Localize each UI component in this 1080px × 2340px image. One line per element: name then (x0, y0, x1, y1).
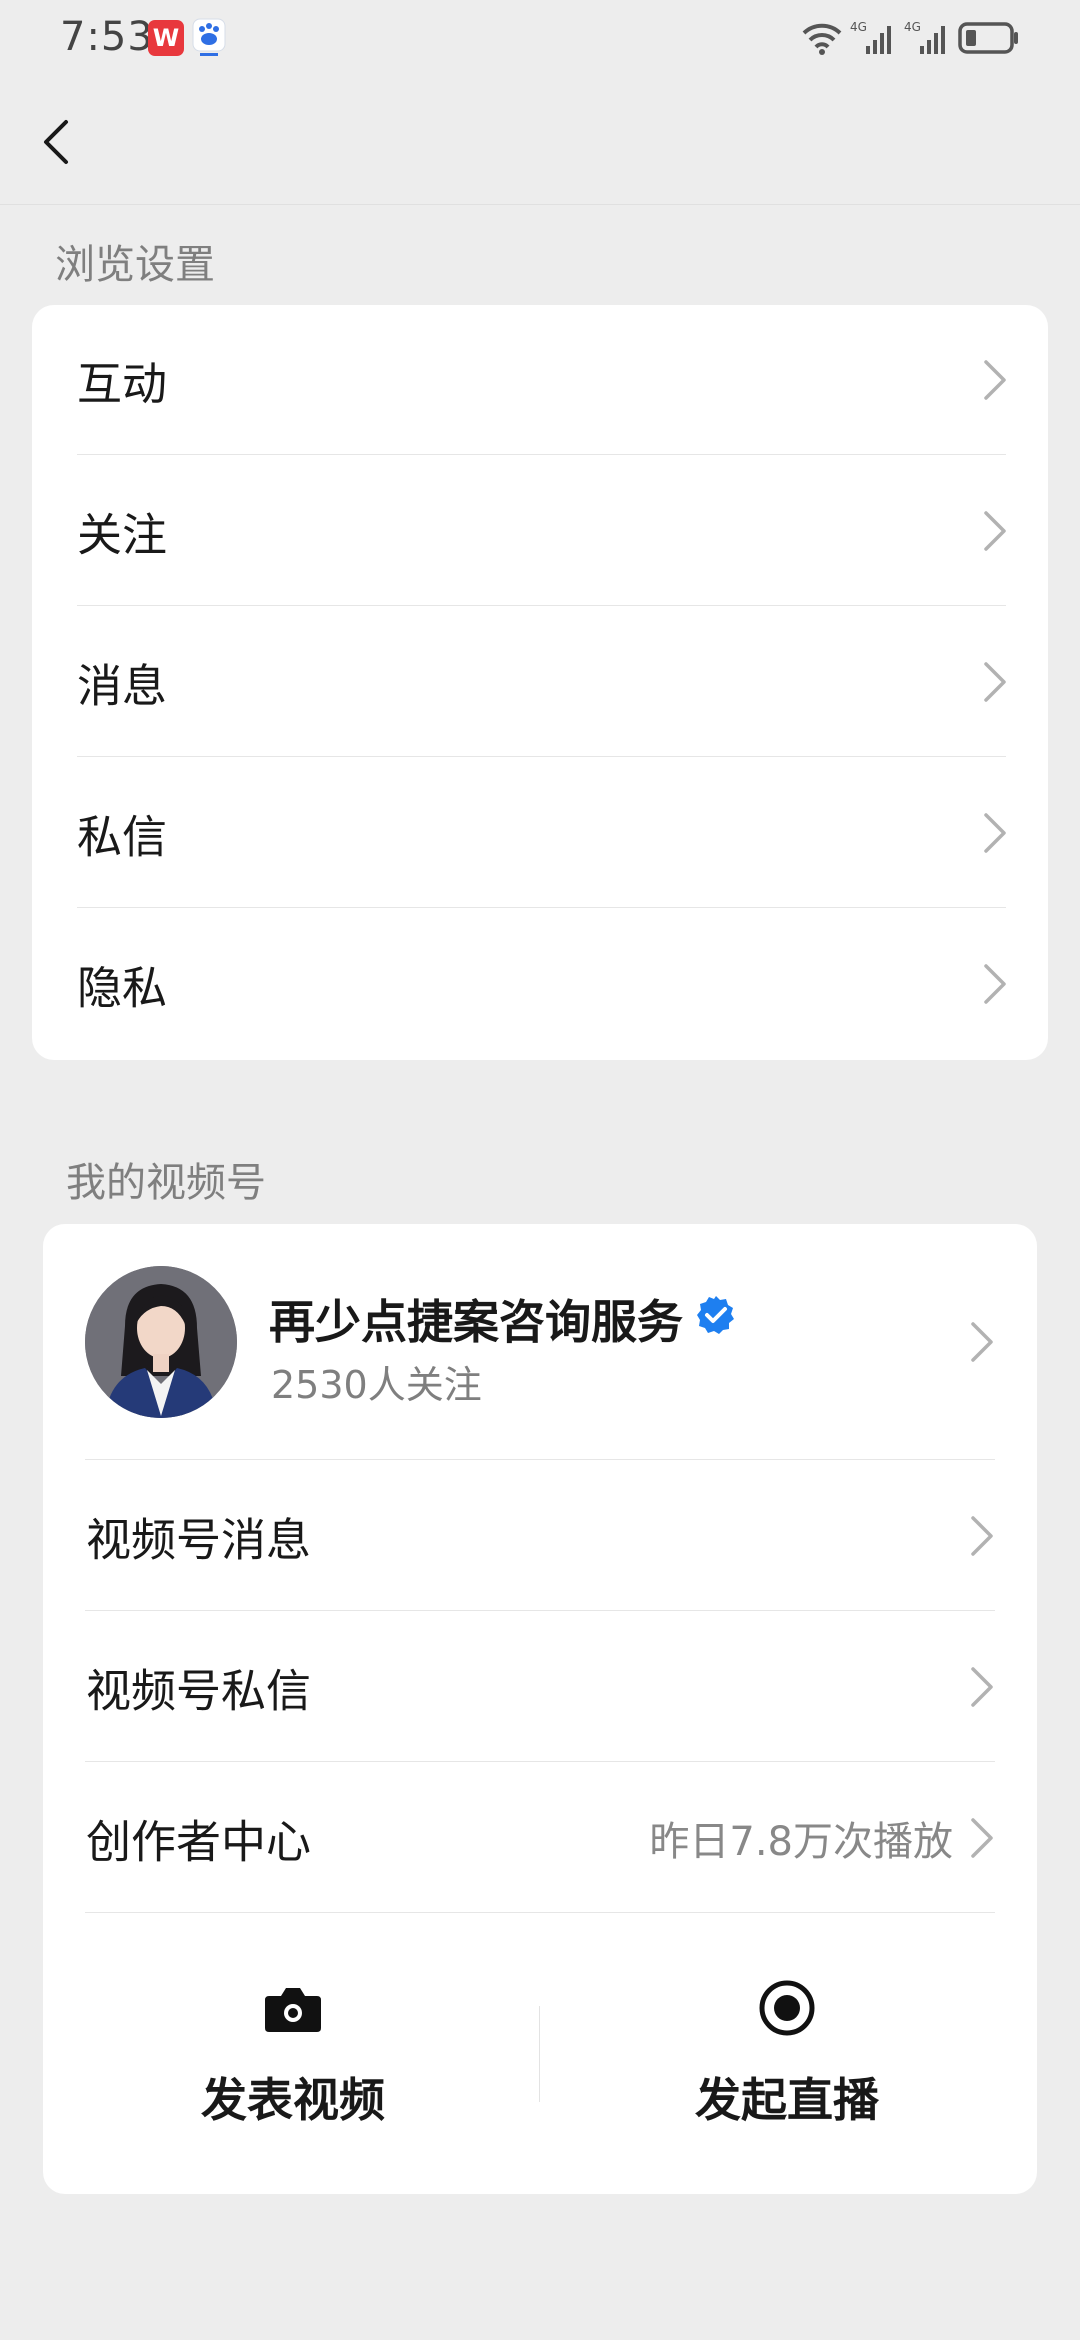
settings-row-interaction[interactable]: 互动 (32, 305, 1048, 455)
channel-name: 再少点捷案咨询服务 (269, 1295, 683, 1349)
row-label: 消息 (77, 659, 168, 713)
wifi-icon (802, 23, 842, 55)
camera-icon (265, 1988, 321, 2032)
row-label: 隐私 (77, 961, 168, 1015)
svg-text:4G: 4G (850, 20, 867, 34)
chevron-right-icon (984, 813, 1006, 853)
play-count-value: 昨日7.8万次播放 (649, 1819, 953, 1865)
chevron-right-icon (971, 1667, 993, 1707)
divider (85, 1610, 995, 1611)
status-indicators: 4G 4G (802, 18, 1020, 58)
divider (85, 1459, 995, 1460)
status-time: 7:53 (60, 14, 154, 60)
row-label: 互动 (77, 357, 168, 411)
divider (77, 605, 1006, 606)
publish-video-label: 发表视频 (201, 2073, 385, 2127)
my-channels-card: 再少点捷案咨询服务 2530人关注 视频号消息 视频号私信 创作者中心 昨日7.… (43, 1224, 1037, 2194)
row-label: 关注 (77, 508, 168, 562)
follower-count: 2530人关注 (271, 1363, 482, 1407)
chevron-right-icon (984, 964, 1006, 1004)
browse-settings-title: 浏览设置 (55, 242, 215, 288)
channel-profile-row[interactable]: 再少点捷案咨询服务 2530人关注 (43, 1224, 1037, 1460)
row-label: 视频号消息 (86, 1513, 312, 1567)
battery-icon (958, 22, 1018, 54)
divider (77, 907, 1006, 908)
divider (85, 1912, 995, 1913)
start-live-label: 发起直播 (695, 2073, 879, 2127)
row-label: 私信 (77, 810, 168, 864)
nav-bar (0, 80, 1080, 205)
settings-row-follow[interactable]: 关注 (32, 456, 1048, 606)
wps-app-icon: W (148, 20, 184, 56)
row-label: 视频号私信 (86, 1664, 312, 1718)
baidu-app-icon (192, 18, 226, 58)
chevron-right-icon (971, 1516, 993, 1556)
live-record-icon (759, 1980, 815, 2036)
chevron-right-icon (984, 662, 1006, 702)
start-live-button[interactable]: 发起直播 (537, 1914, 1037, 2194)
chevron-right-icon (984, 360, 1006, 400)
chevron-right-icon (971, 1818, 993, 1858)
channel-actions: 发表视频 发起直播 (43, 1914, 1037, 2194)
settings-row-private-messages[interactable]: 私信 (32, 758, 1048, 908)
chevron-right-icon (971, 1322, 993, 1362)
channel-private-messages-row[interactable]: 视频号私信 (43, 1612, 1037, 1762)
row-label: 创作者中心 (86, 1815, 312, 1869)
divider (77, 454, 1006, 455)
svg-text:4G: 4G (904, 20, 921, 34)
creator-center-row[interactable]: 创作者中心 昨日7.8万次播放 (43, 1763, 1037, 1913)
signal-4g-icon-2: 4G (904, 20, 945, 54)
my-channels-title: 我的视频号 (66, 1160, 266, 1206)
browse-settings-card: 互动 关注 消息 私信 隐私 (32, 305, 1048, 1060)
divider (85, 1761, 995, 1762)
back-arrow-icon (44, 120, 68, 164)
signal-4g-icon-1: 4G (850, 20, 891, 54)
avatar (85, 1266, 237, 1418)
status-bar: 7:53 W 4G 4G (0, 0, 1080, 80)
settings-row-messages[interactable]: 消息 (32, 607, 1048, 757)
divider (77, 756, 1006, 757)
settings-row-privacy[interactable]: 隐私 (32, 909, 1048, 1059)
channel-messages-row[interactable]: 视频号消息 (43, 1461, 1037, 1611)
back-button[interactable] (28, 110, 92, 174)
chevron-right-icon (984, 511, 1006, 551)
publish-video-button[interactable]: 发表视频 (43, 1914, 543, 2194)
verified-badge-icon (697, 1296, 734, 1334)
